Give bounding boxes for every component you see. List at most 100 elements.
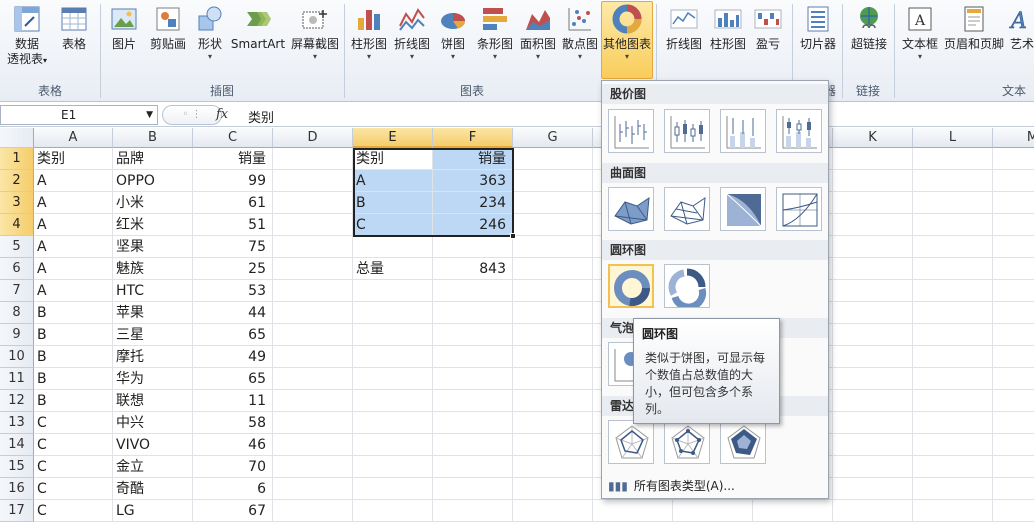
column-header-l[interactable]: L	[913, 128, 993, 148]
cell[interactable]	[913, 456, 993, 478]
all-chart-types-link[interactable]: ▮▮▮ 所有图表类型(A)...	[608, 477, 735, 494]
cell[interactable]	[513, 258, 593, 280]
cell[interactable]	[913, 324, 993, 346]
cell[interactable]: 234	[433, 192, 513, 214]
row-header[interactable]: 15	[0, 456, 34, 478]
cell[interactable]	[833, 434, 913, 456]
cell[interactable]	[433, 324, 513, 346]
cell[interactable]	[513, 434, 593, 456]
cell[interactable]	[513, 412, 593, 434]
cell[interactable]	[993, 280, 1034, 302]
cell[interactable]	[433, 302, 513, 324]
scatter-chart-button[interactable]: 散点图 ▾	[560, 2, 600, 78]
cell[interactable]	[353, 324, 433, 346]
cell[interactable]	[433, 478, 513, 500]
cell[interactable]: OPPO	[113, 170, 193, 192]
column-header-b[interactable]: B	[113, 128, 193, 148]
cell[interactable]	[273, 192, 353, 214]
cell[interactable]: 坚果	[113, 236, 193, 258]
cell[interactable]	[353, 412, 433, 434]
doughnut-button[interactable]	[608, 264, 654, 308]
shapes-button[interactable]: 形状 ▾	[192, 2, 228, 78]
column-header-m[interactable]: M	[993, 128, 1034, 148]
cell[interactable]: A	[34, 214, 113, 236]
line-chart-button[interactable]: 折线图 ▾	[391, 2, 433, 78]
cell[interactable]	[513, 456, 593, 478]
cell[interactable]: 51	[193, 214, 273, 236]
cell[interactable]: 99	[193, 170, 273, 192]
cell[interactable]	[993, 434, 1034, 456]
cell[interactable]	[353, 346, 433, 368]
cell[interactable]	[593, 500, 673, 522]
cell[interactable]	[353, 280, 433, 302]
cell[interactable]	[993, 258, 1034, 280]
cell[interactable]	[913, 500, 993, 522]
cell[interactable]	[353, 478, 433, 500]
cell[interactable]	[433, 412, 513, 434]
cell[interactable]	[513, 192, 593, 214]
cell[interactable]	[833, 214, 913, 236]
cell[interactable]: 魅族	[113, 258, 193, 280]
cell[interactable]	[833, 324, 913, 346]
cell[interactable]: B	[34, 368, 113, 390]
cell[interactable]	[273, 302, 353, 324]
other-charts-button[interactable]: 其他图表 ▾	[601, 1, 653, 79]
cell[interactable]: C	[34, 478, 113, 500]
spark-column-button[interactable]: 柱形图	[706, 2, 750, 78]
cell[interactable]	[353, 368, 433, 390]
cell[interactable]: A	[34, 192, 113, 214]
cell[interactable]	[273, 214, 353, 236]
radar-markers-button[interactable]	[664, 420, 710, 464]
cell[interactable]: VIVO	[113, 434, 193, 456]
row-header[interactable]: 17	[0, 500, 34, 522]
cell[interactable]	[513, 500, 593, 522]
cell[interactable]: 75	[193, 236, 273, 258]
cell[interactable]	[913, 368, 993, 390]
cell[interactable]	[993, 368, 1034, 390]
cell[interactable]	[993, 170, 1034, 192]
cell[interactable]	[993, 412, 1034, 434]
cell[interactable]	[993, 390, 1034, 412]
cell[interactable]	[273, 500, 353, 522]
cell[interactable]: 49	[193, 346, 273, 368]
cell[interactable]	[353, 456, 433, 478]
row-header[interactable]: 7	[0, 280, 34, 302]
cell[interactable]	[513, 324, 593, 346]
cell[interactable]	[433, 280, 513, 302]
cell[interactable]	[993, 500, 1034, 522]
cell[interactable]	[833, 390, 913, 412]
cell[interactable]	[433, 500, 513, 522]
cell[interactable]	[513, 302, 593, 324]
picture-button[interactable]: 图片	[104, 2, 144, 78]
cell[interactable]	[993, 148, 1034, 170]
pivottable-button[interactable]: 数据 透视表▾	[2, 2, 52, 78]
cell[interactable]: 类别	[34, 148, 113, 170]
cell[interactable]	[833, 500, 913, 522]
stock-ohlc-button[interactable]	[664, 109, 710, 153]
cell[interactable]	[273, 412, 353, 434]
bar-chart-button[interactable]: 条形图 ▾	[474, 2, 516, 78]
cell[interactable]	[513, 346, 593, 368]
column-header-c[interactable]: C	[193, 128, 273, 148]
cell[interactable]: B	[34, 346, 113, 368]
stock-vohlc-button[interactable]	[776, 109, 822, 153]
contour-wireframe-button[interactable]	[776, 187, 822, 231]
cell[interactable]	[273, 456, 353, 478]
slicer-button[interactable]: 切片器	[796, 2, 840, 78]
smartart-button[interactable]: SmartArt	[230, 2, 286, 78]
cell[interactable]: 销量	[433, 148, 513, 170]
cell[interactable]: B	[353, 192, 433, 214]
cell[interactable]: 61	[193, 192, 273, 214]
cell[interactable]	[833, 302, 913, 324]
stock-vhlc-button[interactable]	[720, 109, 766, 153]
cell[interactable]: 843	[433, 258, 513, 280]
cell[interactable]	[273, 170, 353, 192]
row-header[interactable]: 16	[0, 478, 34, 500]
chevron-down-icon[interactable]: ▼	[146, 106, 153, 124]
stock-hlc-button[interactable]	[608, 109, 654, 153]
row-header[interactable]: 5	[0, 236, 34, 258]
cell[interactable]: 联想	[113, 390, 193, 412]
cell[interactable]	[993, 346, 1034, 368]
cell[interactable]: C	[353, 214, 433, 236]
cell[interactable]: 中兴	[113, 412, 193, 434]
